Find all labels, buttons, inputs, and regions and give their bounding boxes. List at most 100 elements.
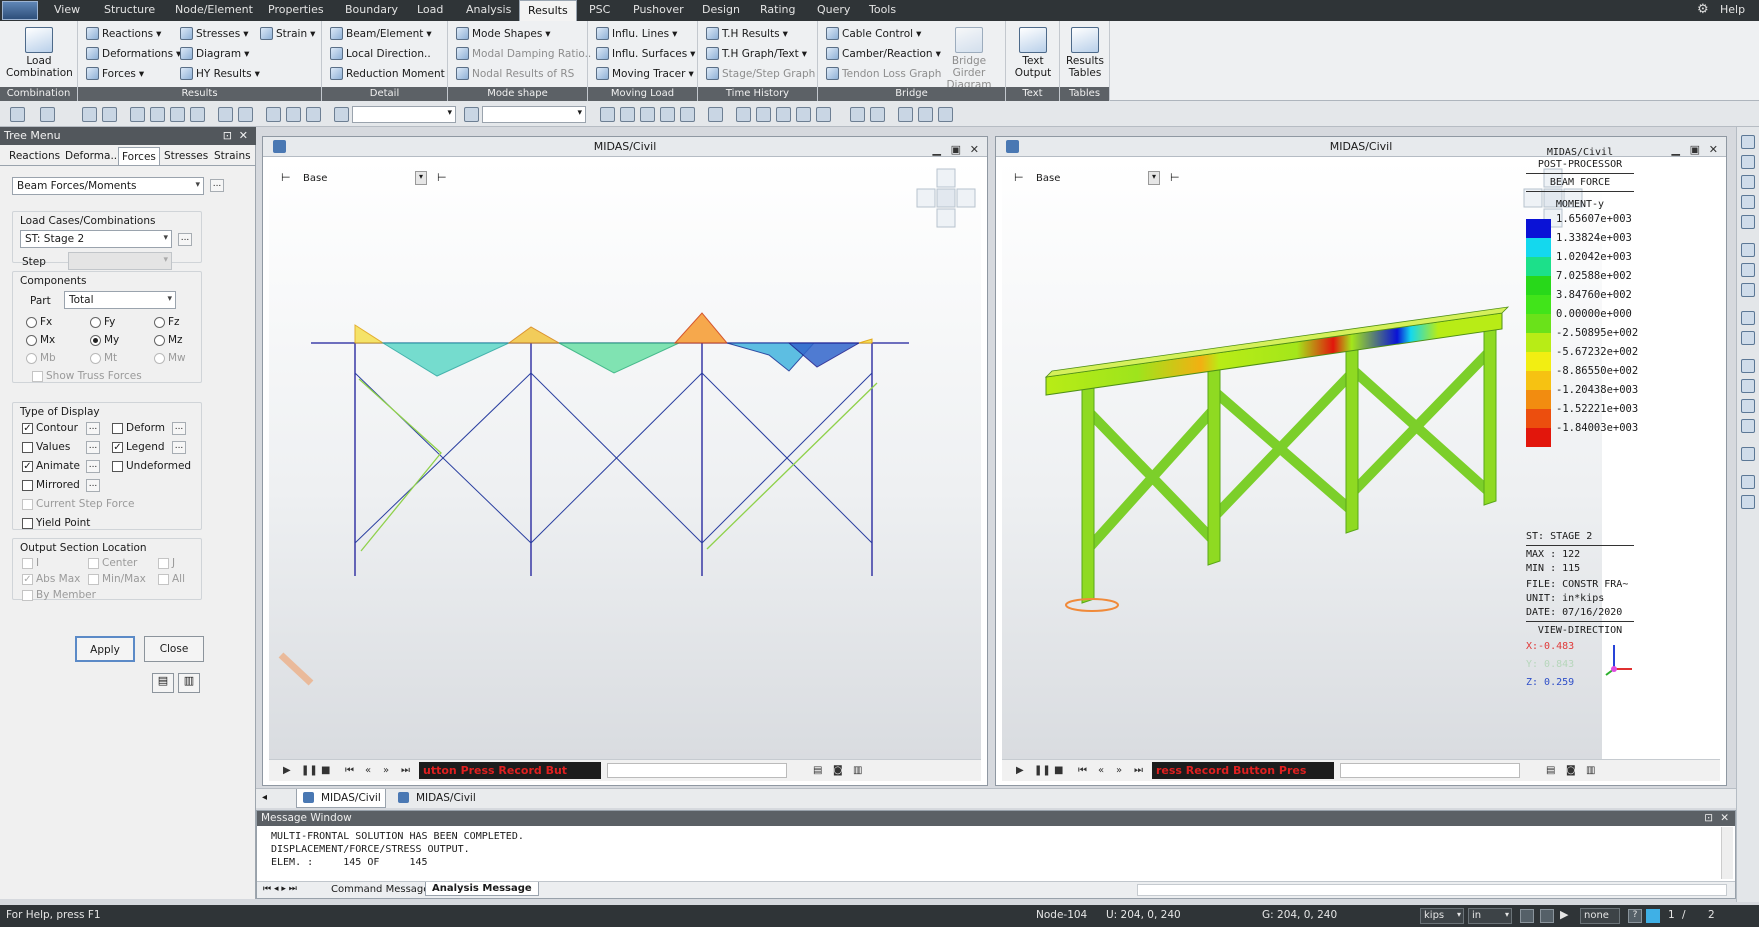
iso-view-icon[interactable] <box>1741 311 1755 325</box>
message-hscroll[interactable] <box>1137 884 1727 896</box>
bridge-girder-diagram-button[interactable]: Bridge Girder Diagram <box>936 27 1002 91</box>
play-icon[interactable]: ▶ <box>283 765 291 776</box>
scroll-left-icon[interactable]: ◂ <box>262 792 267 803</box>
force-unit-select[interactable]: kips ▾ <box>1420 908 1464 924</box>
tab-view[interactable]: View <box>54 3 80 16</box>
pointer-icon[interactable] <box>334 107 349 122</box>
perspective-icon[interactable] <box>1741 399 1755 413</box>
deform-options-button[interactable]: ... <box>172 422 186 435</box>
pause-icon[interactable]: ❚❚ <box>301 765 318 776</box>
front-view-icon[interactable] <box>1741 331 1755 345</box>
element-number-icon[interactable] <box>870 107 885 122</box>
loc-center-checkbox[interactable] <box>88 558 99 569</box>
zoom-out-icon[interactable] <box>1741 195 1755 209</box>
zoom-window-icon[interactable] <box>620 107 635 122</box>
by-member-checkbox[interactable] <box>22 590 33 601</box>
pan-icon[interactable] <box>640 107 655 122</box>
stresses-button[interactable]: Stresses ▾ <box>180 27 248 40</box>
apply-button[interactable]: Apply <box>75 636 135 662</box>
animate-checkbox[interactable]: ✓ <box>22 461 33 472</box>
view-model-icon[interactable] <box>816 107 831 122</box>
save-icon[interactable]: ▤ <box>152 673 174 693</box>
tab-command-message[interactable]: Command Message <box>325 883 435 896</box>
radio-my[interactable] <box>90 335 101 346</box>
pan-icon[interactable] <box>1741 243 1755 257</box>
load-case-more-button[interactable]: ... <box>178 233 192 246</box>
select-intersect-icon[interactable] <box>150 107 165 122</box>
tab-psc[interactable]: PSC <box>589 3 610 16</box>
influ-lines-button[interactable]: Influ. Lines ▾ <box>596 27 677 40</box>
loc-j-checkbox[interactable] <box>158 558 169 569</box>
tab-load[interactable]: Load <box>417 3 443 16</box>
view-front-icon[interactable] <box>736 107 751 122</box>
tab-rating[interactable]: Rating <box>760 3 795 16</box>
play-icon[interactable]: ▶ <box>1016 765 1024 776</box>
tab-stresses[interactable]: Stresses <box>161 147 211 165</box>
tab-query[interactable]: Query <box>817 3 850 16</box>
deform-checkbox[interactable] <box>112 423 123 434</box>
grid-icon[interactable] <box>1741 475 1755 489</box>
frame-slider[interactable] <box>607 763 787 778</box>
animate-options-button[interactable]: ... <box>86 460 100 473</box>
zoom-previous-icon[interactable] <box>1741 215 1755 229</box>
tab-reactions[interactable]: Reactions <box>6 147 63 165</box>
tab-node-element[interactable]: Node/Element <box>175 3 253 16</box>
minimize-icon[interactable]: ▁ <box>933 140 941 159</box>
min-max-checkbox[interactable] <box>88 574 99 585</box>
radio-fz[interactable] <box>154 317 165 328</box>
zoom-in-icon[interactable] <box>1741 175 1755 189</box>
grid-snap-icon[interactable] <box>1540 909 1554 923</box>
inactivate-icon[interactable] <box>286 107 301 122</box>
save-record-icon[interactable]: ▤ <box>1546 765 1555 776</box>
tab-pushover[interactable]: Pushover <box>633 3 684 16</box>
lock-icon[interactable] <box>918 107 933 122</box>
modal-damping-button[interactable]: Modal Damping Ratio.. <box>456 47 591 60</box>
th-results-button[interactable]: T.H Results ▾ <box>706 27 788 40</box>
radio-mz[interactable] <box>154 335 165 346</box>
tab-strains[interactable]: Strains <box>211 147 254 165</box>
stage-step-graph-button[interactable]: Stage/Step Graph <box>706 67 815 80</box>
legend-options-button[interactable]: ... <box>172 441 186 454</box>
frame-slider[interactable] <box>1340 763 1520 778</box>
length-unit-select[interactable]: in ▾ <box>1468 908 1512 924</box>
unselect-all-icon[interactable] <box>238 107 253 122</box>
doc-tab-2[interactable]: MIDAS/Civil <box>392 789 482 808</box>
zoom-fit-icon[interactable] <box>600 107 615 122</box>
radio-mb[interactable] <box>26 353 37 364</box>
result-type-select[interactable]: Beam Forces/Moments ▾ <box>12 177 204 195</box>
radio-mt[interactable] <box>90 353 101 364</box>
strain-button[interactable]: Strain ▾ <box>260 27 315 40</box>
snap-icon[interactable] <box>1741 495 1755 509</box>
tab-deformations[interactable]: Deforma... <box>62 147 123 165</box>
first-frame-icon[interactable]: ⏮ <box>1078 765 1087 776</box>
select-plane-icon[interactable] <box>170 107 185 122</box>
radio-fy[interactable] <box>90 317 101 328</box>
restore-icon[interactable]: ▣ <box>1690 140 1700 159</box>
deformations-button[interactable]: Deformations ▾ <box>86 47 181 60</box>
results-tables-button[interactable]: Results Tables <box>1063 27 1107 79</box>
zoom-window-icon[interactable] <box>1741 155 1755 169</box>
play-icon[interactable] <box>660 107 675 122</box>
undeformed-checkbox[interactable] <box>112 461 123 472</box>
view-top-icon[interactable] <box>756 107 771 122</box>
print-icon[interactable]: ▥ <box>178 673 200 693</box>
regen-icon[interactable] <box>708 107 723 122</box>
tendon-loss-graph-button[interactable]: Tendon Loss Graph <box>826 67 941 80</box>
select-dropdown-2[interactable]: ▾ <box>482 106 586 123</box>
part-select[interactable]: Total ▾ <box>64 291 176 309</box>
loc-all-checkbox[interactable] <box>158 574 169 585</box>
app-logo-icon[interactable] <box>2 1 38 20</box>
viewport-2d[interactable]: ⊢ Base ▾ ⊢ <box>269 161 981 759</box>
redo-icon[interactable] <box>40 107 55 122</box>
legend-checkbox[interactable]: ✓ <box>112 442 123 453</box>
next-frame-icon[interactable]: » <box>383 765 389 776</box>
axis-icon[interactable] <box>1741 447 1755 461</box>
view-side-icon[interactable] <box>796 107 811 122</box>
load-case-select[interactable]: ST: Stage 2 ▾ <box>20 230 172 248</box>
activate-icon[interactable] <box>266 107 281 122</box>
select-icon[interactable] <box>82 107 97 122</box>
next-frame-icon[interactable]: » <box>1116 765 1122 776</box>
close-icon[interactable]: ✕ <box>1720 811 1729 826</box>
mode-shapes-button[interactable]: Mode Shapes ▾ <box>456 27 551 40</box>
mirrored-checkbox[interactable] <box>22 480 33 491</box>
